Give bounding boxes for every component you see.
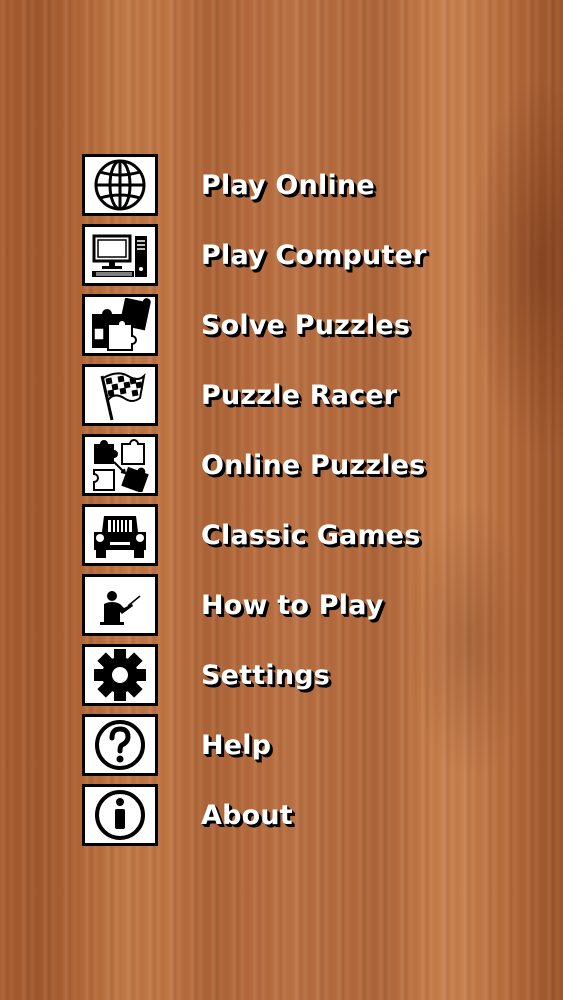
menu-item-label: About [201,799,293,831]
menu-item-label: Settings [201,659,331,691]
checkered-flag-icon [82,364,158,426]
gear-icon [82,644,158,706]
question-mark-icon [82,714,158,776]
globe-icon [82,154,158,216]
menu-item-label: Puzzle Racer [201,379,398,411]
menu-item-how-to-play[interactable]: How to Play [82,570,502,640]
menu-item-classic-games[interactable]: Classic Games [82,500,502,570]
menu-item-label: Help [201,729,272,761]
menu-item-label: How to Play [201,589,384,621]
menu-item-label: Play Computer [201,239,427,271]
menu-item-about[interactable]: About [82,780,502,850]
menu-item-label: Online Puzzles [201,449,426,481]
computer-icon [82,224,158,286]
menu-item-label: Solve Puzzles [201,309,411,341]
menu-item-label: Classic Games [201,519,421,551]
main-menu-screen: { "menu": { "items": [ {"label": "Play O… [0,0,563,1000]
menu-item-play-computer[interactable]: Play Computer [82,220,502,290]
vintage-car-icon [82,504,158,566]
menu-item-puzzle-racer[interactable]: Puzzle Racer [82,360,502,430]
main-menu: Play Online Play Computer Solve Puzzles … [82,150,502,850]
menu-item-help[interactable]: Help [82,710,502,780]
teacher-icon [82,574,158,636]
menu-item-label: Play Online [201,169,375,201]
menu-item-solve-puzzles[interactable]: Solve Puzzles [82,290,502,360]
menu-item-settings[interactable]: Settings [82,640,502,710]
online-puzzle-pieces-icon [82,434,158,496]
menu-item-online-puzzles[interactable]: Online Puzzles [82,430,502,500]
puzzle-pieces-icon [82,294,158,356]
info-icon [82,784,158,846]
menu-item-play-online[interactable]: Play Online [82,150,502,220]
